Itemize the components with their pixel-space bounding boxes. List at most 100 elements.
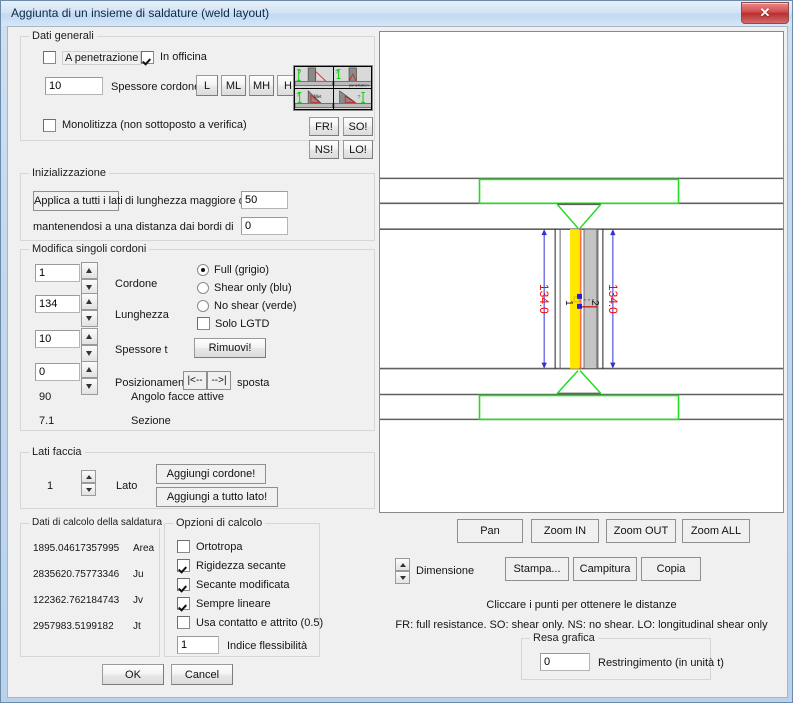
label-cordone: Cordone: [115, 278, 157, 290]
spinner-up-icon[interactable]: [81, 470, 96, 483]
ok-button[interactable]: OK: [102, 664, 164, 685]
size-button-ml[interactable]: ML: [221, 75, 246, 96]
group-lati-faccia: Lati faccia 1 Lato Aggiungi cordone! Agg…: [20, 452, 375, 509]
zoom-in-button[interactable]: Zoom IN: [531, 519, 599, 543]
apply-all-sides-button[interactable]: Applica a tutti i lati: [33, 191, 119, 211]
spinner-down-icon[interactable]: [81, 378, 98, 395]
checkbox-solo-lgtd[interactable]: [197, 317, 210, 330]
cancel-button[interactable]: Cancel: [171, 664, 233, 685]
label-sposta: sposta: [237, 377, 269, 389]
lunghezza-spinner[interactable]: [81, 293, 98, 327]
value-jt: 2957983.5199182: [33, 621, 114, 632]
label-lato: Lato: [116, 480, 137, 492]
add-all-side-button[interactable]: Aggiungi a tutto lato!: [156, 487, 278, 507]
label-secante-modificata: Secante modificata: [196, 579, 290, 591]
edge-distance-input[interactable]: [241, 217, 288, 235]
cordone-index-spinner[interactable]: [81, 262, 98, 296]
rimuovi-button[interactable]: Rimuovi!: [194, 338, 266, 358]
dim-left-text: 134.0: [537, 284, 551, 314]
restringimento-input[interactable]: [540, 653, 590, 671]
checkbox-a-penetrazione[interactable]: [43, 51, 56, 64]
group-opzioni-calcolo: Opzioni di calcolo Ortotropa Rigidezza s…: [164, 523, 320, 657]
spinner-down-icon[interactable]: [81, 310, 98, 327]
length-threshold-input[interactable]: [241, 191, 288, 209]
label-restringimento: Restringimento (in unità t): [598, 657, 724, 669]
move-right-button[interactable]: -->|: [207, 371, 231, 390]
value-ju: 2835620.75773346: [33, 569, 119, 580]
copia-button[interactable]: Copia: [641, 557, 701, 581]
group-legend: Lati faccia: [29, 446, 85, 458]
indice-flessibilita-input[interactable]: [177, 636, 219, 654]
spessore-cordone-input[interactable]: [45, 77, 103, 95]
mode-button-ns[interactable]: NS!: [309, 140, 339, 159]
posizionamento-spinner[interactable]: [81, 361, 98, 395]
zoom-all-button[interactable]: Zoom ALL: [682, 519, 750, 543]
spinner-up-icon[interactable]: [81, 361, 98, 378]
radio-shear-only[interactable]: [197, 282, 209, 294]
mode-button-so[interactable]: SO!: [343, 117, 373, 136]
spinner-down-icon[interactable]: [81, 345, 98, 362]
close-icon: ✕: [742, 5, 788, 21]
label-solo-lgtd: Solo LGTD: [215, 318, 269, 330]
checkbox-monolitizza[interactable]: [43, 119, 56, 132]
campitura-button[interactable]: Campitura: [573, 557, 637, 581]
spinner-up-icon[interactable]: [81, 262, 98, 279]
close-button[interactable]: ✕: [741, 2, 789, 24]
checkbox-secante-modificata[interactable]: [177, 578, 190, 591]
spinner-up-icon[interactable]: [81, 328, 98, 345]
spessore-t-input[interactable]: [35, 330, 80, 348]
checkbox-in-officina[interactable]: [141, 51, 154, 64]
dimensione-spinner[interactable]: [395, 558, 410, 584]
spinner-up-icon[interactable]: [81, 293, 98, 310]
weld-drawing-canvas[interactable]: 134.0 134.0 1 2: [379, 31, 784, 513]
label-ju: Ju: [133, 569, 144, 580]
checkbox-ortotropa[interactable]: [177, 540, 190, 553]
dim-right-text: 134.0: [606, 284, 620, 314]
mode-button-lo[interactable]: LO!: [343, 140, 373, 159]
spinner-up-icon[interactable]: [395, 558, 410, 571]
zoom-out-button[interactable]: Zoom OUT: [606, 519, 676, 543]
mode-button-fr[interactable]: FR!: [309, 117, 339, 136]
checkbox-usa-contatto-attrito[interactable]: [177, 616, 190, 629]
group-legend: Inizializzazione: [29, 167, 109, 179]
penetration-weld-icon[interactable]: ? penetration: [334, 67, 372, 88]
svg-text:?: ?: [298, 70, 301, 76]
lato-spinner[interactable]: [81, 470, 96, 496]
add-cordone-button[interactable]: Aggiungi cordone!: [156, 464, 266, 484]
svg-text:1: 1: [563, 300, 574, 306]
spessore-t-spinner[interactable]: [81, 328, 98, 362]
label-no-shear: No shear (verde): [214, 300, 297, 312]
label-sempre-lineare: Sempre lineare: [196, 598, 271, 610]
spinner-down-icon[interactable]: [81, 483, 96, 496]
lunghezza-input[interactable]: [35, 295, 80, 313]
posizionamento-input[interactable]: [35, 363, 80, 381]
checkbox-sempre-lineare[interactable]: [177, 597, 190, 610]
hint-mode-legend: FR: full resistance. SO: shear only. NS:…: [379, 619, 784, 631]
weld-drawing-svg: 134.0 134.0 1 2: [380, 32, 783, 512]
label-area: Area: [133, 543, 154, 554]
size-button-l[interactable]: L: [196, 75, 218, 96]
group-dati-generali: Dati generali A penetrazione In officina…: [20, 36, 375, 141]
radio-no-shear[interactable]: [197, 300, 209, 312]
radio-full-grigio[interactable]: [197, 264, 209, 276]
penetration-weld-icon-2[interactable]: ?: [334, 89, 372, 110]
weld-type-palette[interactable]: ? ? penetration: [293, 65, 373, 111]
cordone-index-input[interactable]: [35, 264, 80, 282]
group-legend: Dati di calcolo della saldatura: [29, 517, 165, 528]
fillet-weld-icon[interactable]: ?: [295, 67, 333, 88]
size-button-mh[interactable]: MH: [249, 75, 274, 96]
stampa-button[interactable]: Stampa...: [505, 557, 569, 581]
pan-button[interactable]: Pan: [457, 519, 523, 543]
move-left-button[interactable]: |<--: [183, 371, 207, 390]
spinner-down-icon[interactable]: [395, 571, 410, 584]
group-dati-calcolo: Dati di calcolo della saldatura 1895.046…: [20, 523, 160, 657]
fillet-weld-icon-2[interactable]: ? fillet: [295, 89, 333, 110]
label-ortotropa: Ortotropa: [196, 541, 242, 553]
value-lato: 1: [47, 480, 53, 492]
checkbox-rigidezza-secante[interactable]: [177, 559, 190, 572]
label-jv: Jv: [133, 595, 143, 606]
label-posizionamento: Posizionamento: [115, 377, 193, 389]
value-sezione: 7.1: [39, 415, 54, 427]
group-legend: Resa grafica: [530, 632, 598, 644]
group-legend: Opzioni di calcolo: [173, 517, 265, 529]
